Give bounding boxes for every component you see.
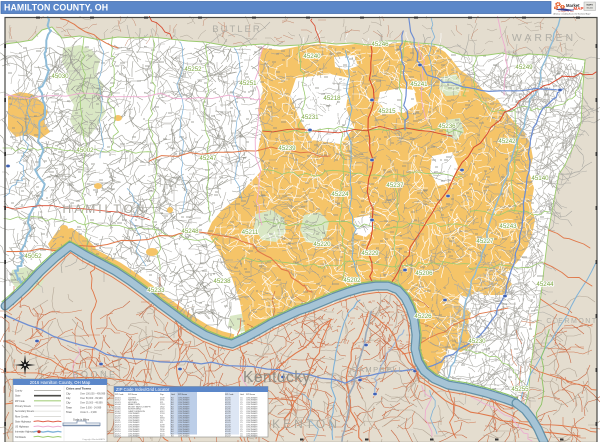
svg-text:45220: 45220 [313,241,331,248]
svg-text:ZIP Code: ZIP Code [115,394,124,396]
svg-text:45218: 45218 [115,436,121,438]
svg-text:45230: 45230 [468,338,486,345]
svg-text:WARREN: WARREN [512,32,576,44]
svg-text:45248: 45248 [181,228,199,235]
svg-text:45247: 45247 [225,436,231,438]
svg-text:US Highways: US Highways [15,427,30,429]
svg-text:Over 25,000 - 49,999: Over 25,000 - 49,999 [80,402,103,405]
svg-text:45206: 45206 [415,270,433,277]
svg-text:CLERMONT: CLERMONT [546,318,597,325]
svg-text:45215: 45215 [378,108,396,115]
svg-text:45218: 45218 [323,95,341,102]
svg-text:Toll Roads: Toll Roads [15,437,27,439]
svg-text:Grid: Grid [240,394,244,396]
svg-text:45224: 45224 [331,191,349,198]
svg-text:45030: 45030 [51,73,69,80]
svg-text:Kentucky: Kentucky [243,369,311,386]
svg-text:45237: 45237 [386,182,404,189]
svg-text:ZIP Name: ZIP Name [128,394,138,396]
svg-text:45252: 45252 [184,66,202,73]
svg-text:ZIP Code Index/Grid Locator: ZIP Code Index/Grid Locator [116,387,170,392]
svg-text:City: City [66,396,71,400]
svg-text:Over 5,000 - 24,999: Over 5,000 - 24,999 [80,406,102,409]
svg-text:ZIP Code: ZIP Code [225,394,234,396]
svg-text:Secondary Streets: Secondary Streets [15,410,35,413]
svg-text:45236: 45236 [438,123,456,130]
svg-text:Interstate Highways: Interstate Highways [15,431,36,434]
svg-text:River Creeks: River Creeks [15,415,29,418]
svg-text:BUTLER: BUTLER [212,24,261,35]
svg-text:45247: 45247 [199,155,217,162]
svg-text:45238: 45238 [213,278,231,285]
svg-text:45240: 45240 [303,53,321,60]
svg-text:45227: 45227 [476,238,494,245]
svg-text:45226: 45226 [414,313,432,320]
svg-text:45249: 45249 [515,64,533,71]
svg-text:45202: 45202 [343,277,361,284]
svg-text:45244: 45244 [536,281,554,288]
svg-text:HAMILTON COUNTY, OH: HAMILTON COUNTY, OH [4,3,108,13]
svg-text:Town: Town [66,410,73,414]
svg-text:Over 100,000 - 499,999: Over 100,000 - 499,999 [80,393,106,396]
svg-text:CAMPBELL: CAMPBELL [352,365,404,374]
svg-text:ZIP Name: ZIP Name [246,394,256,396]
svg-text:County: County [15,390,23,393]
svg-text:City: City [66,392,71,396]
svg-text:45229: 45229 [361,250,379,257]
svg-text:HAMILTON: HAMILTON [63,202,148,216]
svg-text:45239: 45239 [278,145,296,152]
svg-text:2016 Hamilton County, OH Map: 2016 Hamilton County, OH Map [30,380,91,385]
svg-text:45242: 45242 [498,138,516,145]
svg-text:State: State [15,395,21,398]
svg-text:ZIP Name: ZIP Name [178,394,188,396]
svg-text:Under 1 - 4,999: Under 1 - 4,999 [80,411,97,414]
svg-text:Town: Town [66,405,73,409]
svg-text:Grid: Grid [171,394,175,396]
svg-text:45140: 45140 [531,175,549,182]
svg-text:800-642: 800-642 [587,8,593,10]
svg-text:CINCINNATI: CINCINNATI [128,435,140,438]
svg-text:45231: 45231 [301,114,319,121]
svg-text:45241: 45241 [410,81,428,88]
svg-text:45243: 45243 [499,223,517,230]
svg-text:45251: 45251 [239,80,257,87]
svg-text:Over 50,000 - 99,999: Over 50,000 - 99,999 [80,397,103,400]
svg-text:BOONE: BOONE [72,370,117,380]
svg-text:Copyright MarketMAPS: Copyright MarketMAPS [82,438,105,441]
svg-text:ZIP Code: ZIP Code [15,401,25,403]
svg-text:MAPS: MAPS [587,3,594,6]
svg-text:45246: 45246 [371,41,389,48]
svg-text:45233: 45233 [147,287,165,294]
svg-text:City: City [66,401,71,405]
svg-text:State Highways: State Highways [15,420,32,423]
svg-text:CINCINNATI: CINCINNATI [178,435,190,438]
svg-text:Primary Streets: Primary Streets [15,405,32,408]
svg-text:CINCINNATI: CINCINNATI [246,435,258,438]
svg-text:45211: 45211 [242,229,259,236]
svg-text:America´s Leading Source for B: America´s Leading Source for Business Ma… [554,12,591,15]
svg-text:Cities and Towns: Cities and Towns [66,387,91,391]
svg-text:KENTON: KENTON [272,417,340,431]
svg-text:45002: 45002 [76,147,94,154]
svg-text:45052: 45052 [24,253,42,260]
svg-text:45255: 45255 [511,386,529,393]
